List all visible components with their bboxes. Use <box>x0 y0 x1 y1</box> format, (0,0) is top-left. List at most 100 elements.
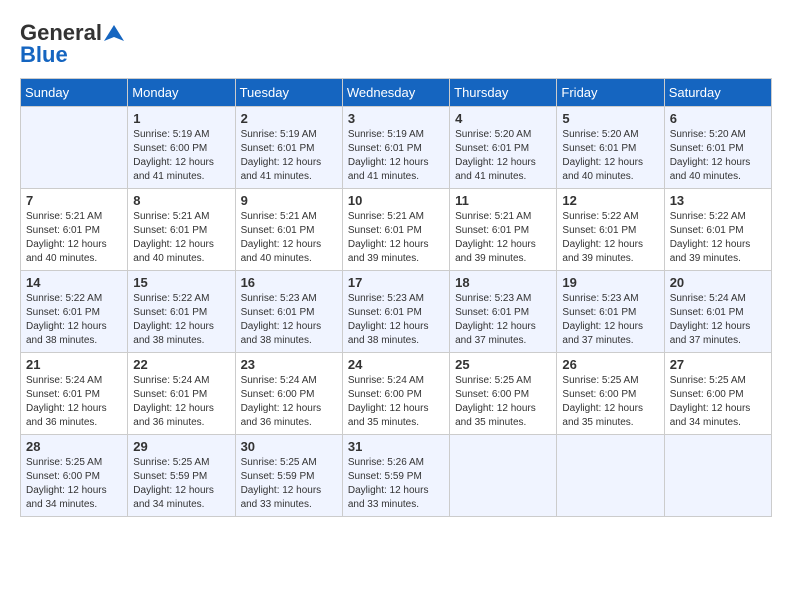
calendar-cell: 8 Sunrise: 5:21 AM Sunset: 6:01 PM Daylig… <box>128 189 235 271</box>
calendar-cell: 17 Sunrise: 5:23 AM Sunset: 6:01 PM Dayli… <box>342 271 449 353</box>
calendar-cell: 18Sunrise: 5:23 AM Sunset: 6:01 PM Dayli… <box>450 271 557 353</box>
calendar-cell: 23 Sunrise: 5:24 AM Sunset: 6:00 PM Dayli… <box>235 353 342 435</box>
calendar-cell: 13 Sunrise: 5:22 AM Sunset: 6:01 PM Dayli… <box>664 189 771 271</box>
day-info: Sunrise: 5:26 AM Sunset: 5:59 PM Dayligh… <box>348 456 444 512</box>
day-number: 16 <box>241 275 337 290</box>
day-number: 12 <box>562 193 658 208</box>
day-number: 27 <box>670 357 766 372</box>
calendar-cell: 4 Sunrise: 5:20 AM Sunset: 6:01 PM Daylig… <box>450 107 557 189</box>
day-info: Sunrise: 5:22 AM Sunset: 6:01 PM Dayligh… <box>670 210 766 266</box>
day-info: Sunrise: 5:23 AM Sunset: 6:01 PM Dayligh… <box>455 292 551 348</box>
day-info: Sunrise: 5:25 AM Sunset: 6:00 PM Dayligh… <box>562 374 658 430</box>
day-info: Sunrise: 5:23 AM Sunset: 6:01 PM Dayligh… <box>562 292 658 348</box>
calendar-cell: 30 Sunrise: 5:25 AM Sunset: 5:59 PM Dayli… <box>235 435 342 517</box>
day-number: 25 <box>455 357 551 372</box>
day-number: 22 <box>133 357 229 372</box>
calendar-cell: 11 Sunrise: 5:21 AM Sunset: 6:01 PM Dayli… <box>450 189 557 271</box>
day-info: Sunrise: 5:22 AM Sunset: 6:01 PM Dayligh… <box>562 210 658 266</box>
weekday-header-saturday: Saturday <box>664 79 771 107</box>
day-number: 9 <box>241 193 337 208</box>
weekday-header-wednesday: Wednesday <box>342 79 449 107</box>
day-number: 31 <box>348 439 444 454</box>
day-info: Sunrise: 5:24 AM Sunset: 6:00 PM Dayligh… <box>241 374 337 430</box>
calendar-cell: 12 Sunrise: 5:22 AM Sunset: 6:01 PM Dayli… <box>557 189 664 271</box>
logo: General Blue <box>20 20 124 68</box>
calendar-week-1: 1 Sunrise: 5:19 AM Sunset: 6:00 PM Daylig… <box>21 107 772 189</box>
day-info: Sunrise: 5:19 AM Sunset: 6:01 PM Dayligh… <box>241 128 337 184</box>
day-number: 4 <box>455 111 551 126</box>
day-number: 17 <box>348 275 444 290</box>
day-info: Sunrise: 5:24 AM Sunset: 6:00 PM Dayligh… <box>348 374 444 430</box>
calendar-cell: 27 Sunrise: 5:25 AM Sunset: 6:00 PM Dayli… <box>664 353 771 435</box>
calendar-cell: 3 Sunrise: 5:19 AM Sunset: 6:01 PM Daylig… <box>342 107 449 189</box>
day-number: 11 <box>455 193 551 208</box>
calendar-cell: 15 Sunrise: 5:22 AM Sunset: 6:01 PM Dayli… <box>128 271 235 353</box>
day-number: 24 <box>348 357 444 372</box>
day-info: Sunrise: 5:25 AM Sunset: 6:00 PM Dayligh… <box>26 456 122 512</box>
day-number: 15 <box>133 275 229 290</box>
calendar-cell: 19 Sunrise: 5:23 AM Sunset: 6:01 PM Dayli… <box>557 271 664 353</box>
day-info: Sunrise: 5:20 AM Sunset: 6:01 PM Dayligh… <box>670 128 766 184</box>
calendar-cell: 26 Sunrise: 5:25 AM Sunset: 6:00 PM Dayli… <box>557 353 664 435</box>
day-info: Sunrise: 5:22 AM Sunset: 6:01 PM Dayligh… <box>26 292 122 348</box>
day-info: Sunrise: 5:20 AM Sunset: 6:01 PM Dayligh… <box>455 128 551 184</box>
calendar-cell <box>450 435 557 517</box>
calendar-week-2: 7 Sunrise: 5:21 AM Sunset: 6:01 PM Daylig… <box>21 189 772 271</box>
logo-bird-icon <box>104 23 124 43</box>
day-info: Sunrise: 5:21 AM Sunset: 6:01 PM Dayligh… <box>26 210 122 266</box>
day-number: 2 <box>241 111 337 126</box>
calendar-cell: 31 Sunrise: 5:26 AM Sunset: 5:59 PM Dayli… <box>342 435 449 517</box>
calendar-cell: 16 Sunrise: 5:23 AM Sunset: 6:01 PM Dayli… <box>235 271 342 353</box>
calendar-table: SundayMondayTuesdayWednesdayThursdayFrid… <box>20 78 772 517</box>
page-header: General Blue <box>20 20 772 68</box>
calendar-cell <box>664 435 771 517</box>
calendar-week-3: 14 Sunrise: 5:22 AM Sunset: 6:01 PM Dayli… <box>21 271 772 353</box>
day-info: Sunrise: 5:21 AM Sunset: 6:01 PM Dayligh… <box>133 210 229 266</box>
day-info: Sunrise: 5:20 AM Sunset: 6:01 PM Dayligh… <box>562 128 658 184</box>
day-info: Sunrise: 5:25 AM Sunset: 5:59 PM Dayligh… <box>241 456 337 512</box>
day-info: Sunrise: 5:24 AM Sunset: 6:01 PM Dayligh… <box>26 374 122 430</box>
calendar-cell: 9 Sunrise: 5:21 AM Sunset: 6:01 PM Daylig… <box>235 189 342 271</box>
calendar-week-5: 28Sunrise: 5:25 AM Sunset: 6:00 PM Dayli… <box>21 435 772 517</box>
day-info: Sunrise: 5:21 AM Sunset: 6:01 PM Dayligh… <box>455 210 551 266</box>
day-info: Sunrise: 5:25 AM Sunset: 5:59 PM Dayligh… <box>133 456 229 512</box>
calendar-cell: 2 Sunrise: 5:19 AM Sunset: 6:01 PM Daylig… <box>235 107 342 189</box>
day-number: 7 <box>26 193 122 208</box>
day-number: 23 <box>241 357 337 372</box>
day-info: Sunrise: 5:23 AM Sunset: 6:01 PM Dayligh… <box>348 292 444 348</box>
day-number: 1 <box>133 111 229 126</box>
calendar-cell: 14 Sunrise: 5:22 AM Sunset: 6:01 PM Dayli… <box>21 271 128 353</box>
calendar-cell: 25 Sunrise: 5:25 AM Sunset: 6:00 PM Dayli… <box>450 353 557 435</box>
weekday-header-sunday: Sunday <box>21 79 128 107</box>
day-number: 13 <box>670 193 766 208</box>
day-number: 6 <box>670 111 766 126</box>
day-info: Sunrise: 5:19 AM Sunset: 6:00 PM Dayligh… <box>133 128 229 184</box>
day-info: Sunrise: 5:21 AM Sunset: 6:01 PM Dayligh… <box>241 210 337 266</box>
day-number: 10 <box>348 193 444 208</box>
calendar-body: 1 Sunrise: 5:19 AM Sunset: 6:00 PM Daylig… <box>21 107 772 517</box>
day-info: Sunrise: 5:19 AM Sunset: 6:01 PM Dayligh… <box>348 128 444 184</box>
day-info: Sunrise: 5:23 AM Sunset: 6:01 PM Dayligh… <box>241 292 337 348</box>
day-number: 19 <box>562 275 658 290</box>
calendar-cell: 22Sunrise: 5:24 AM Sunset: 6:01 PM Dayli… <box>128 353 235 435</box>
day-number: 30 <box>241 439 337 454</box>
day-number: 8 <box>133 193 229 208</box>
calendar-cell: 7 Sunrise: 5:21 AM Sunset: 6:01 PM Daylig… <box>21 189 128 271</box>
calendar-cell: 21 Sunrise: 5:24 AM Sunset: 6:01 PM Dayli… <box>21 353 128 435</box>
day-info: Sunrise: 5:24 AM Sunset: 6:01 PM Dayligh… <box>670 292 766 348</box>
day-number: 3 <box>348 111 444 126</box>
day-number: 14 <box>26 275 122 290</box>
calendar-cell <box>21 107 128 189</box>
day-info: Sunrise: 5:22 AM Sunset: 6:01 PM Dayligh… <box>133 292 229 348</box>
calendar-cell: 28Sunrise: 5:25 AM Sunset: 6:00 PM Dayli… <box>21 435 128 517</box>
calendar-cell: 29Sunrise: 5:25 AM Sunset: 5:59 PM Dayli… <box>128 435 235 517</box>
day-info: Sunrise: 5:21 AM Sunset: 6:01 PM Dayligh… <box>348 210 444 266</box>
day-number: 26 <box>562 357 658 372</box>
day-number: 21 <box>26 357 122 372</box>
calendar-cell: 20Sunrise: 5:24 AM Sunset: 6:01 PM Dayli… <box>664 271 771 353</box>
day-info: Sunrise: 5:25 AM Sunset: 6:00 PM Dayligh… <box>670 374 766 430</box>
day-number: 5 <box>562 111 658 126</box>
weekday-header-tuesday: Tuesday <box>235 79 342 107</box>
calendar-cell: 24 Sunrise: 5:24 AM Sunset: 6:00 PM Dayli… <box>342 353 449 435</box>
day-info: Sunrise: 5:25 AM Sunset: 6:00 PM Dayligh… <box>455 374 551 430</box>
